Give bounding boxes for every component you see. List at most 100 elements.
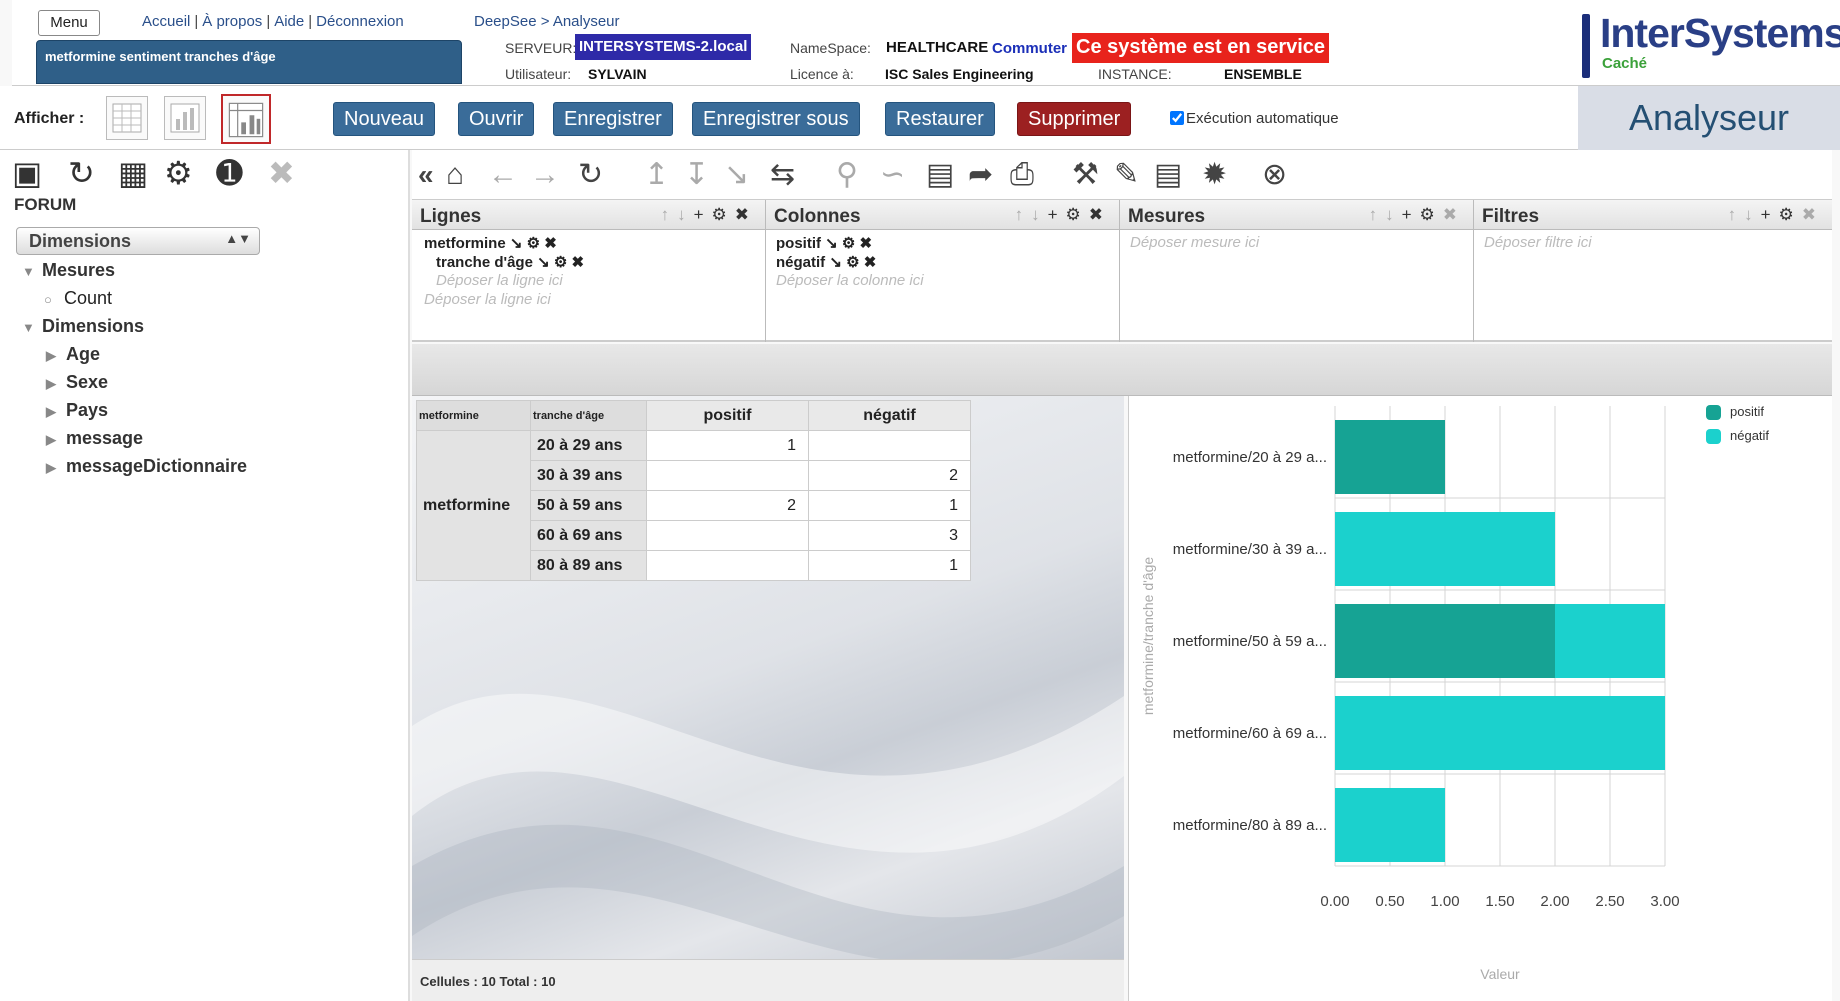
- save-button[interactable]: Enregistrer: [553, 102, 673, 136]
- chart-view-icon[interactable]: [164, 96, 206, 140]
- new-button[interactable]: Nouveau: [333, 102, 436, 136]
- legend-item[interactable]: négatif: [1706, 428, 1826, 452]
- table-view-icon[interactable]: [106, 96, 148, 140]
- auto-execute-toggle[interactable]: Exécution automatique: [1170, 110, 1339, 127]
- tree-node-age[interactable]: ▶ Age: [46, 344, 100, 365]
- refresh-icon[interactable]: ↻: [68, 156, 95, 190]
- chart-options-icon[interactable]: ▤: [1154, 158, 1182, 192]
- table-chart-view-icon[interactable]: [221, 94, 271, 144]
- share-icon[interactable]: ➦: [968, 158, 993, 192]
- tree-node-message[interactable]: ▶ message: [46, 428, 143, 449]
- tree-node-dimensions[interactable]: ▼ Dimensions: [22, 316, 144, 337]
- close-icon[interactable]: ✖: [268, 156, 295, 190]
- cell-positif[interactable]: [646, 550, 809, 581]
- row-group-label[interactable]: metformine: [416, 430, 531, 581]
- filters-zone[interactable]: Filtres ↑↓+⚙✖ Déposer filtre ici: [1474, 200, 1832, 342]
- refresh-icon[interactable]: ↻: [578, 158, 603, 192]
- listing-icon[interactable]: ▤: [926, 158, 954, 192]
- wrench-icon[interactable]: ⚒: [1072, 158, 1099, 192]
- auto-execute-checkbox[interactable]: [1170, 111, 1184, 125]
- delete-button[interactable]: Supprimer: [1017, 102, 1132, 136]
- save-as-button[interactable]: Enregistrer sous: [692, 102, 860, 136]
- rows-item-age-range[interactable]: tranche d'âge ↘ ⚙ ✖: [436, 253, 584, 271]
- measures-zone-controls[interactable]: ↑↓+⚙✖: [1369, 205, 1465, 225]
- sun-icon[interactable]: ✹: [1202, 158, 1227, 192]
- switch-link[interactable]: Commuter: [992, 40, 1067, 57]
- link-help[interactable]: Aide: [274, 13, 304, 30]
- columns-zone-controls[interactable]: ↑↓+⚙✖: [1015, 205, 1111, 225]
- collapsed-arrow-icon[interactable]: ▶: [46, 432, 66, 448]
- pencil-icon[interactable]: ✎: [1114, 158, 1139, 192]
- home-icon[interactable]: ⌂: [446, 158, 464, 192]
- row-label[interactable]: 20 à 29 ans: [530, 430, 647, 461]
- collapsed-arrow-icon[interactable]: ▶: [46, 460, 66, 476]
- tree-node-mesures[interactable]: ▼ Mesures: [22, 260, 115, 281]
- measure-icon[interactable]: ○: [44, 292, 64, 307]
- forward-icon[interactable]: →: [530, 158, 560, 192]
- rows-drop-hint[interactable]: Déposer la ligne ici: [424, 291, 551, 308]
- expanded-arrow-icon[interactable]: ▼: [22, 264, 42, 279]
- tree-node-messagedictionnaire[interactable]: ▶ messageDictionnaire: [46, 456, 247, 477]
- import-icon[interactable]: ↧: [684, 158, 709, 192]
- bar[interactable]: [1335, 696, 1665, 770]
- tree-node-pays[interactable]: ▶ Pays: [46, 400, 108, 421]
- columns-zone[interactable]: Colonnes ↑↓+⚙✖ positif ↘ ⚙ ✖ négatif ↘ ⚙…: [766, 200, 1120, 342]
- cell-negatif[interactable]: 2: [808, 460, 971, 491]
- measures-drop-hint[interactable]: Déposer mesure ici: [1130, 234, 1259, 251]
- filters-zone-controls[interactable]: ↑↓+⚙✖: [1728, 205, 1824, 225]
- menu-button[interactable]: Menu: [38, 10, 100, 36]
- bar[interactable]: [1555, 604, 1665, 678]
- row-label[interactable]: 30 à 39 ans: [530, 460, 647, 491]
- columns-drop-hint[interactable]: Déposer la colonne ici: [776, 272, 924, 289]
- trend-icon[interactable]: ∽: [880, 158, 905, 192]
- rows-zone-controls[interactable]: ↑↓+⚙✖: [661, 205, 757, 225]
- rows-drop-hint-inner[interactable]: Déposer la ligne ici: [436, 272, 563, 289]
- collapsed-arrow-icon[interactable]: ▶: [46, 404, 66, 420]
- column-header-positif[interactable]: positif: [646, 400, 809, 431]
- restore-button[interactable]: Restaurer: [885, 102, 995, 136]
- row-label[interactable]: 50 à 59 ans: [530, 490, 647, 521]
- cell-positif[interactable]: 2: [646, 490, 809, 521]
- rows-zone[interactable]: Lignes ↑↓+⚙✖ metformine ↘ ⚙ ✖ tranche d'…: [412, 200, 766, 342]
- filters-drop-hint[interactable]: Déposer filtre ici: [1484, 234, 1592, 251]
- open-button[interactable]: Ouvrir: [458, 102, 535, 136]
- bar[interactable]: [1335, 788, 1445, 862]
- column-header-negatif[interactable]: négatif: [808, 400, 971, 431]
- link-about[interactable]: À propos: [202, 13, 262, 30]
- cell-positif[interactable]: [646, 460, 809, 491]
- print-icon[interactable]: ⎙: [1010, 158, 1034, 192]
- dimension-select[interactable]: Dimensions ▲▼: [16, 227, 260, 255]
- columns-item-negatif[interactable]: négatif ↘ ⚙ ✖: [776, 253, 876, 271]
- cell-negatif[interactable]: 3: [808, 520, 971, 551]
- collapsed-arrow-icon[interactable]: ▶: [46, 376, 66, 392]
- collapsed-arrow-icon[interactable]: ▶: [46, 348, 66, 364]
- breadcrumb[interactable]: DeepSee > Analyseur: [474, 13, 620, 30]
- gear-icon[interactable]: ⚙: [164, 156, 193, 190]
- row-label[interactable]: 80 à 89 ans: [530, 550, 647, 581]
- measures-zone[interactable]: Mesures ↑↓+⚙✖ Déposer mesure ici: [1120, 200, 1474, 342]
- info-icon[interactable]: ➊: [216, 156, 243, 190]
- swap-icon[interactable]: ⇆: [770, 158, 795, 192]
- expanded-arrow-icon[interactable]: ▼: [22, 320, 42, 335]
- cell-negatif[interactable]: 1: [808, 490, 971, 521]
- legend-item[interactable]: positif: [1706, 404, 1826, 428]
- link-logout[interactable]: Déconnexion: [316, 13, 404, 30]
- rows-item-metformine[interactable]: metformine ↘ ⚙ ✖: [424, 234, 557, 252]
- bar[interactable]: [1335, 604, 1555, 678]
- drill-icon[interactable]: ↘: [724, 158, 749, 192]
- bar[interactable]: [1335, 512, 1555, 586]
- tree-node-count[interactable]: ○ Count: [44, 288, 112, 309]
- export-icon[interactable]: ↥: [644, 158, 669, 192]
- bar[interactable]: [1335, 420, 1445, 494]
- row-label[interactable]: 60 à 69 ans: [530, 520, 647, 551]
- cell-negatif[interactable]: 1: [808, 550, 971, 581]
- tree-node-sexe[interactable]: ▶ Sexe: [46, 372, 108, 393]
- cube-icon[interactable]: ▣: [12, 156, 42, 190]
- columns-item-positif[interactable]: positif ↘ ⚙ ✖: [776, 234, 872, 252]
- cell-positif[interactable]: [646, 520, 809, 551]
- back-icon[interactable]: ←: [488, 158, 518, 192]
- link-home[interactable]: Accueil: [142, 13, 190, 30]
- calculator-icon[interactable]: ▦: [118, 156, 148, 190]
- cell-negatif[interactable]: [808, 430, 971, 461]
- binoculars-icon[interactable]: ⚲: [836, 158, 858, 192]
